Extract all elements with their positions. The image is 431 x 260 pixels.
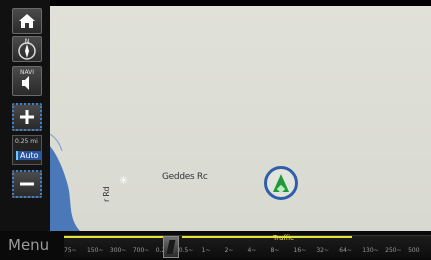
scale-tick[interactable]: 150~ xyxy=(87,247,110,254)
zoom-slider-thumb[interactable] xyxy=(163,236,179,258)
scale-tick[interactable]: 500 xyxy=(408,247,431,254)
traffic-label: Traffic xyxy=(273,234,295,242)
zoom-out-button[interactable] xyxy=(12,170,42,198)
scale-tick[interactable]: 250~ xyxy=(385,247,408,254)
scale-value: 0.25 mi xyxy=(15,138,38,145)
home-button[interactable] xyxy=(12,8,42,34)
scale-tick[interactable]: 2~ xyxy=(225,247,248,254)
current-position-marker xyxy=(264,166,298,200)
scale-tick[interactable]: 16~ xyxy=(293,247,316,254)
scale-tick[interactable]: 130~ xyxy=(362,247,385,254)
zoom-scale-slider[interactable]: Traffic 75~ 150~ 300~ 700~ 0.25~ 0.5~ 1~… xyxy=(64,234,431,258)
road-label-geddes: Geddes Rc xyxy=(162,172,208,182)
compass-button[interactable]: N xyxy=(12,36,42,62)
navigation-screen: Geddes Rc r Rd ✳ N NAVI 0.25 mi Auto Men… xyxy=(0,0,431,260)
road-label-rd: r Rd xyxy=(102,186,111,202)
minus-icon xyxy=(20,182,34,186)
slider-thumb-grip xyxy=(166,240,176,254)
traffic-range-bar-right xyxy=(182,236,352,238)
map-view[interactable]: Geddes Rc r Rd ✳ xyxy=(50,6,431,231)
traffic-range-bar-left xyxy=(64,236,164,238)
navi-volume-button[interactable]: NAVI xyxy=(12,66,42,96)
map-control-sidebar: N NAVI 0.25 mi Auto xyxy=(0,0,50,260)
scale-tick[interactable]: 75~ xyxy=(64,247,87,254)
compass-north-label: N xyxy=(24,38,30,45)
zoom-scale-indicator[interactable]: 0.25 mi Auto xyxy=(12,135,42,165)
navi-label: NAVI xyxy=(19,69,35,76)
poi-marker-icon: ✳ xyxy=(119,174,129,187)
home-icon xyxy=(19,14,35,28)
zoom-in-button[interactable] xyxy=(12,103,42,131)
scale-tick[interactable]: 300~ xyxy=(110,247,133,254)
bottom-bar: Menu Traffic 75~ 150~ 300~ 700~ 0.25~ 0.… xyxy=(0,231,431,260)
scale-tick[interactable]: 700~ xyxy=(133,247,156,254)
scale-tick[interactable]: 1~ xyxy=(202,247,225,254)
scale-tick[interactable]: 0.5~ xyxy=(179,247,202,254)
scale-tick[interactable]: 32~ xyxy=(316,247,339,254)
plus-icon xyxy=(20,110,34,124)
scale-tick[interactable]: 4~ xyxy=(248,247,271,254)
auto-zoom-label: Auto xyxy=(16,151,41,160)
scale-tick[interactable]: 8~ xyxy=(270,247,293,254)
scale-ticks: 75~ 150~ 300~ 700~ 0.25~ 0.5~ 1~ 2~ 4~ 8… xyxy=(64,247,431,254)
scale-tick[interactable]: 64~ xyxy=(339,247,362,254)
menu-button[interactable]: Menu xyxy=(8,231,49,260)
